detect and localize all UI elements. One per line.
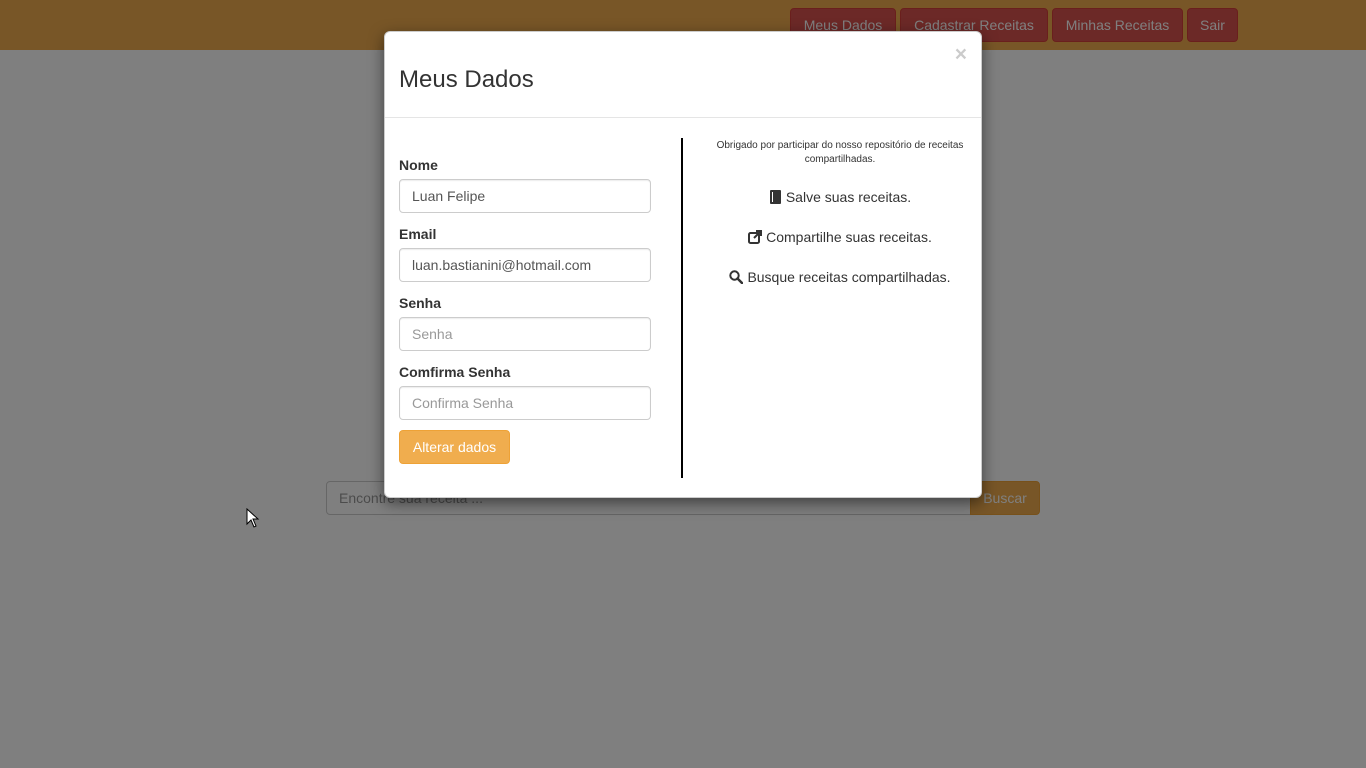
feature-search-text: Busque receitas compartilhadas. [747,269,951,285]
email-label: Email [399,226,437,242]
senha-label: Senha [399,295,442,311]
feature-save: Salve suas receitas. [707,188,973,208]
feature-search: Busque receitas compartilhadas. [707,268,973,288]
feature-save-text: Salve suas receitas. [785,189,912,205]
modal-title: Meus Dados [399,66,534,93]
confirma-senha-label: Comfirma Senha [399,364,511,380]
feature-share-text: Compartilhe suas receitas. [766,229,932,245]
close-icon[interactable]: × [955,44,967,65]
mouse-cursor-icon [246,507,260,533]
nome-label: Nome [399,157,438,173]
book-icon [769,190,782,208]
search-icon [729,270,744,288]
confirma-senha-field[interactable] [399,386,651,420]
thanks-message: Obrigado por participar do nosso reposit… [716,140,964,165]
vertical-divider [681,138,683,478]
alterar-dados-button[interactable]: Alterar dados [399,430,510,464]
meus-dados-modal: Meus Dados × Nome Email Senha Comfirma S… [384,31,982,498]
page: Meus Dados Cadastrar Receitas Minhas Rec… [0,0,1366,768]
senha-field[interactable] [399,317,651,351]
email-field[interactable] [399,248,651,282]
feature-share: Compartilhe suas receitas. [707,228,973,248]
nome-field[interactable] [399,179,651,213]
modal-header: Meus Dados × [385,32,981,118]
share-icon [748,230,763,248]
